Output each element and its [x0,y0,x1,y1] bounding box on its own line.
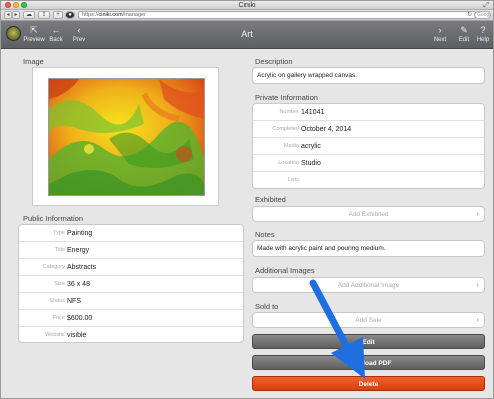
info-row[interactable]: Price $600.00 [19,310,243,327]
artwork-image-frame[interactable] [32,67,219,206]
info-row-key: Price [52,315,65,321]
info-row[interactable]: Status NFS [19,293,243,310]
forward-arrow-icon[interactable]: ▸ [12,11,20,19]
image-section-label: Image [23,57,44,66]
chevron-right-icon: › [476,282,479,289]
info-row-key: Type [53,230,65,236]
help-label: Help [476,37,490,43]
add-additional-image-label: Add Additional Image [337,282,400,289]
info-row[interactable]: Type Painting [19,225,243,242]
info-row-key: Title [54,247,65,253]
info-row-value: Studio [301,160,321,167]
info-row-value: 141041 [301,109,325,116]
delete-button[interactable]: Delete [252,376,485,391]
add-exhibited-label: Add Exhibited [348,211,389,218]
public-info-card: Type Painting Title Energy Category Abstracts… [18,224,244,343]
add-additional-image-button[interactable]: Add Additional Image › [252,277,485,293]
add-sale-label: Add Sale [355,317,382,324]
main-content: Image Public Information Type Painting T… [1,49,493,398]
info-row-key: Website [45,332,65,338]
info-row-value: $600.00 [67,315,93,322]
cloud-icon[interactable]: ☁ [23,11,35,19]
description-field[interactable]: Acrylic on gallery wrapped canvas. [252,67,485,84]
info-row-value: October 4, 2014 [301,126,352,133]
info-row-key: Category [42,264,65,270]
info-row-value: Painting [67,230,93,237]
info-row-value: acrylic [301,143,321,150]
url-prefix: https:// [82,12,99,18]
sold-to-label: Sold to [255,302,279,311]
description-label: Description [255,57,293,66]
add-exhibited-button[interactable]: Add Exhibited › [252,206,485,222]
app-navbar: ⇱ Preview ← Back ‹ Prev Art › Next ✎ Edi… [1,21,493,49]
title-bar: Ciniki ⤢ [1,1,493,10]
add-sale-button[interactable]: Add Sale › [252,312,485,328]
info-row-value: NFS [67,298,81,305]
reader-icon[interactable]: ● [65,11,75,19]
question-icon: ? [480,25,486,35]
info-row-key: Number [279,109,299,115]
url-bar[interactable]: https://ciniki.com/manager [78,11,476,19]
info-row[interactable]: Location Studio [253,155,484,172]
info-row-value: 36 x 48 [67,281,90,288]
notes-text: Made with acrylic paint and pouring medi… [257,245,386,252]
artwork-image[interactable] [48,78,205,196]
info-row-value: Energy [67,247,90,254]
chevron-right-icon: › [476,317,479,324]
add-tab-icon[interactable]: + [53,11,63,19]
info-row-key: Status [49,298,65,304]
description-text: Acrylic on gallery wrapped canvas. [257,72,358,79]
url-host: ciniki.com [98,12,123,18]
help-button[interactable]: ? Help [472,25,493,47]
url-path: /manager [122,12,146,18]
browser-window: Ciniki ⤢ ◂ ▸ ☁ ⇪ + ● https://ciniki.com/… [0,0,494,399]
private-info-card: Number 141041 Completed October 4, 2014 Medi… [252,103,485,189]
refresh-icon[interactable]: ↻ [467,11,472,19]
browser-toolbar: ◂ ▸ ☁ ⇪ + ● https://ciniki.com/manager ↻… [1,10,493,21]
info-row-key: Size [54,281,65,287]
public-info-label: Public Information [23,214,84,223]
info-row[interactable]: Title Energy [19,242,243,259]
chevron-right-icon: › [438,25,442,35]
info-row[interactable]: Lists [253,172,484,188]
chevron-right-icon: › [476,211,479,218]
info-row[interactable]: Size 36 x 48 [19,276,243,293]
info-row-key: Completed [272,126,299,132]
info-row[interactable]: Media acrylic [253,138,484,155]
private-info-label: Private Information [255,93,318,102]
info-row[interactable]: Number 141041 [253,104,484,121]
back-arrow-icon[interactable]: ◂ [4,11,12,19]
notes-field[interactable]: Made with acrylic paint and pouring medi… [252,240,485,257]
additional-images-label: Additional Images [255,266,315,275]
share-icon[interactable]: ⇪ [38,11,50,19]
info-row[interactable]: Website visible [19,327,243,342]
info-row-value: Abstracts [67,264,97,271]
notes-label: Notes [255,230,275,239]
next-button[interactable]: › Next [427,25,453,47]
download-pdf-button[interactable]: Download PDF [252,355,485,370]
info-row[interactable]: Completed October 4, 2014 [253,121,484,138]
window-title: Ciniki [238,2,256,9]
edit-button[interactable]: Edit [252,334,485,349]
search-field[interactable]: Google [474,11,491,19]
info-row[interactable]: Category Abstracts [19,259,243,276]
fullscreen-icon[interactable]: ⤢ [483,1,489,10]
page-title: Art [241,29,253,39]
info-row-key: Lists [287,177,299,183]
next-label: Next [433,37,447,43]
exhibited-label: Exhibited [255,195,286,204]
info-row-value: visible [67,332,87,339]
info-row-key: Media [284,143,299,149]
info-row-key: Location [278,160,299,166]
